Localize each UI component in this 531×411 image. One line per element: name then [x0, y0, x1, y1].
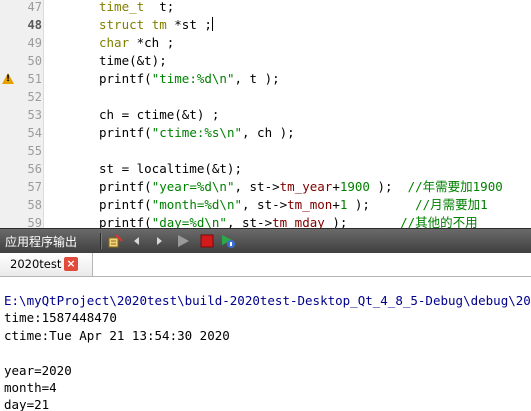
code-token: 1900 — [339, 179, 370, 194]
code-token: printf( — [99, 179, 152, 194]
line-number: 49 — [27, 36, 42, 50]
debug-run-icon[interactable] — [220, 232, 236, 249]
code-text: char *ch ; — [99, 34, 174, 52]
toolbar-separator — [100, 233, 102, 249]
code-token: "time:%d\n" — [151, 71, 235, 86]
code-token: //月需要加1 — [415, 197, 488, 212]
line-number: 51 — [27, 72, 42, 86]
output-line: month=4 — [4, 379, 57, 395]
code-line[interactable]: 51 printf("time:%d\n", t ); — [0, 70, 531, 88]
close-icon[interactable]: × — [64, 257, 78, 271]
text-cursor — [211, 17, 213, 31]
code-text: st = localtime(&t); — [99, 160, 242, 178]
line-number: 53 — [27, 108, 42, 122]
line-number: 54 — [27, 126, 42, 140]
line-number: 59 — [27, 216, 42, 228]
code-token: ); — [347, 197, 416, 212]
code-text: printf("month=%d\n", st->tm_mon+1 ); //月… — [99, 196, 488, 214]
code-token: "ctime:%s\n" — [151, 125, 242, 140]
code-token: ); — [369, 179, 408, 194]
code-line[interactable]: 47 time_t t; — [0, 0, 531, 16]
code-token: tm_year — [279, 179, 333, 194]
code-line[interactable]: 59 printf("day=%d\n", st->tm_mday ); //其他… — [0, 214, 531, 228]
code-token: , st-> — [234, 179, 280, 194]
code-token: time(&t); — [99, 53, 167, 68]
code-token: tm_mon — [287, 197, 333, 212]
tab-label: 2020test — [10, 257, 62, 271]
code-token: struct — [99, 17, 145, 32]
line-number: 50 — [27, 54, 42, 68]
code-token: + — [332, 197, 340, 212]
output-exe-path: E:\myQtProject\2020test\build-2020test-D… — [4, 293, 531, 308]
code-token: "year=%d\n" — [151, 179, 235, 194]
line-number: 52 — [27, 90, 42, 104]
code-token: time_t — [99, 0, 145, 14]
code-line[interactable]: 50 time(&t); — [0, 52, 531, 70]
code-token: ); — [324, 215, 401, 228]
code-token: *ch ; — [129, 35, 175, 50]
code-token: , t ); — [234, 71, 280, 86]
code-token: ch = ctime(&t) ; — [99, 107, 220, 122]
stop-icon[interactable] — [199, 232, 215, 249]
code-token: t; — [144, 0, 175, 14]
output-pane-title: 应用程序输出 — [5, 235, 78, 249]
code-editor[interactable]: 47 time_t t; 48 struct tm *st ; 49 char *ch ;… — [0, 0, 531, 228]
line-number: 56 — [27, 162, 42, 176]
code-text: struct tm *st ; — [99, 16, 213, 34]
code-token: printf( — [99, 125, 152, 140]
code-token: char — [99, 35, 130, 50]
code-line[interactable]: 52 — [0, 88, 531, 106]
code-token: tm — [151, 17, 167, 32]
output-tab-bar: 2020test × — [0, 253, 531, 277]
code-token: st = localtime(&t); — [99, 161, 242, 176]
previous-icon[interactable] — [129, 232, 145, 249]
output-line: time:1587448470 — [4, 310, 117, 326]
code-token: "day=%d\n" — [151, 215, 227, 228]
code-line[interactable]: 53 ch = ctime(&t) ; — [0, 106, 531, 124]
output-line: ctime:Tue Apr 21 13:54:30 2020 — [4, 327, 230, 343]
line-number: 58 — [27, 198, 42, 212]
tab-2020test[interactable]: 2020test × — [0, 253, 93, 276]
line-number: 48 — [27, 18, 42, 32]
code-token: printf( — [99, 71, 152, 86]
code-line[interactable]: 49 char *ch ; — [0, 34, 531, 52]
code-text: printf("year=%d\n", st->tm_year+1900 ); … — [99, 178, 503, 196]
code-text: printf("day=%d\n", st->tm_mday ); //其他的不… — [99, 214, 478, 228]
code-token: printf( — [99, 215, 152, 228]
code-line[interactable]: 55 — [0, 142, 531, 160]
output-line: day=21 — [4, 397, 50, 411]
code-text: printf("ctime:%s\n", ch ); — [99, 124, 295, 142]
code-text: printf("time:%d\n", t ); — [99, 70, 280, 88]
line-number: 47 — [27, 0, 42, 14]
code-token: + — [332, 179, 340, 194]
code-line[interactable]: 54 printf("ctime:%s\n", ch ); — [0, 124, 531, 142]
code-token: //其他的不用 — [400, 215, 478, 228]
output-line: year=2020 — [4, 362, 72, 378]
code-token: "month=%d\n" — [151, 197, 242, 212]
code-token: , st-> — [226, 215, 273, 228]
code-line[interactable]: 57 printf("year=%d\n", st->tm_year+1900 )… — [0, 178, 531, 196]
code-token: *st ; — [166, 17, 212, 32]
output-pane-toolbar: 应用程序输出 — [0, 228, 531, 253]
clear-icon[interactable] — [107, 232, 123, 249]
code-line[interactable]: 56 st = localtime(&t); — [0, 160, 531, 178]
line-number: 57 — [27, 180, 42, 194]
code-text: time(&t); — [99, 52, 167, 70]
application-output[interactable]: E:\myQtProject\2020test\build-2020test-D… — [4, 292, 531, 411]
code-token: printf( — [99, 197, 152, 212]
code-token: , st-> — [242, 197, 288, 212]
code-line[interactable]: 58 printf("month=%d\n", st->tm_mon+1 ); /… — [0, 196, 531, 214]
code-token: tm_mday — [272, 215, 325, 228]
code-line[interactable]: 48 struct tm *st ; — [0, 16, 531, 34]
run-icon[interactable] — [175, 232, 191, 249]
next-icon[interactable] — [151, 232, 167, 249]
line-number: 55 — [27, 144, 42, 158]
code-token: //年需要加1900 — [407, 179, 503, 194]
code-token: , ch ); — [242, 125, 295, 140]
code-text: ch = ctime(&t) ; — [99, 106, 219, 124]
code-text: time_t t; — [99, 0, 174, 16]
